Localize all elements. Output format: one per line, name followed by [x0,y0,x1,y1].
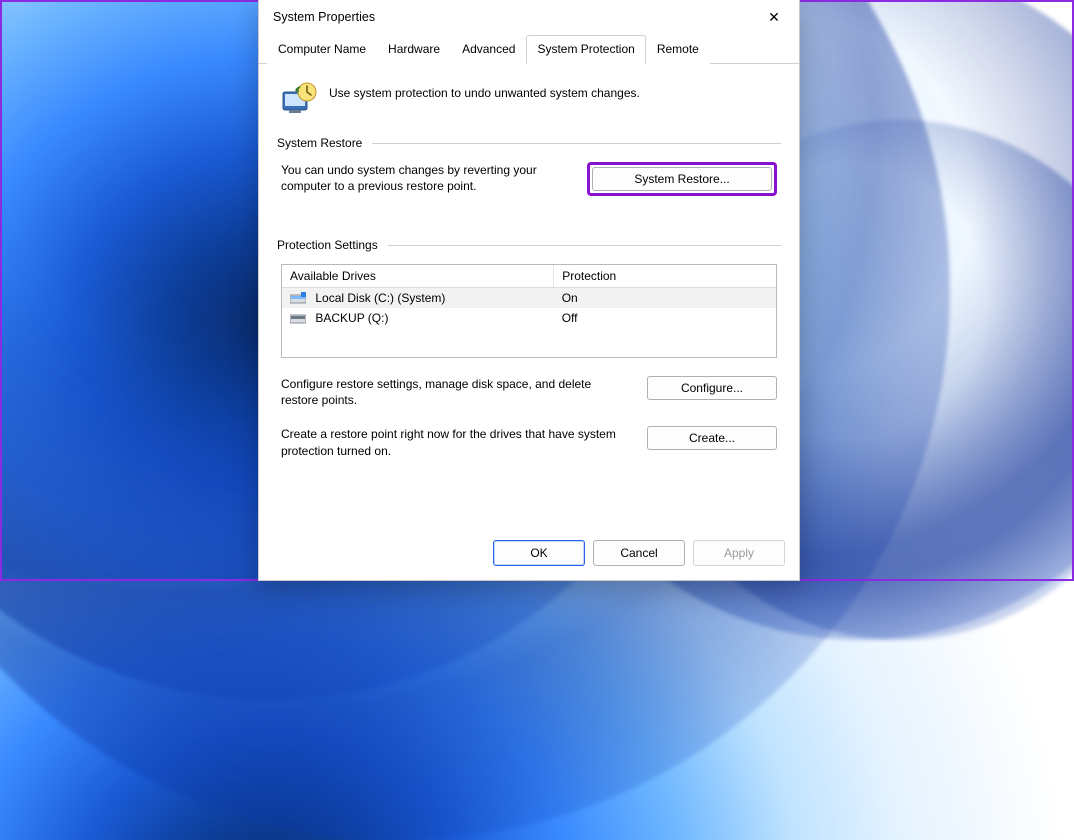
system-restore-row: You can undo system changes by reverting… [281,162,777,196]
tab-hardware[interactable]: Hardware [377,35,451,64]
intro-text: Use system protection to undo unwanted s… [329,82,640,100]
tab-advanced[interactable]: Advanced [451,35,526,64]
drive-c-icon [290,292,306,304]
tab-computer-name[interactable]: Computer Name [267,35,377,64]
ok-button[interactable]: OK [493,540,585,566]
titlebar: System Properties ✕ [259,0,799,34]
group-title-restore: System Restore [277,136,362,150]
group-title-protection: Protection Settings [277,238,378,252]
drive-name: BACKUP (Q:) [315,311,388,325]
tab-remote[interactable]: Remote [646,35,710,64]
close-icon[interactable]: ✕ [759,2,789,32]
group-system-restore: System Restore [277,136,781,150]
col-header-protection[interactable]: Protection [554,265,776,288]
create-desc: Create a restore point right now for the… [281,426,629,458]
system-properties-window: System Properties ✕ Computer Name Hardwa… [258,0,800,581]
configure-button[interactable]: Configure... [647,376,777,400]
system-restore-highlight: System Restore... [587,162,777,196]
drive-q-icon [290,312,306,324]
system-protection-icon [281,82,317,118]
group-protection-settings: Protection Settings [277,238,781,252]
system-restore-button[interactable]: System Restore... [592,167,772,191]
tab-strip: Computer Name Hardware Advanced System P… [259,34,799,64]
create-button[interactable]: Create... [647,426,777,450]
drive-name: Local Disk (C:) (System) [315,291,445,305]
drives-table[interactable]: Available Drives Protection [281,264,777,358]
configure-row: Configure restore settings, manage disk … [281,376,777,408]
apply-button[interactable]: Apply [693,540,785,566]
configure-desc: Configure restore settings, manage disk … [281,376,629,408]
drive-protection: Off [554,308,776,328]
drive-protection: On [554,288,776,309]
table-row[interactable]: BACKUP (Q:) Off [282,308,776,328]
dialog-footer: OK Cancel Apply [259,530,799,580]
cancel-button[interactable]: Cancel [593,540,685,566]
tab-content: Use system protection to undo unwanted s… [259,64,799,530]
table-row[interactable]: Local Disk (C:) (System) On [282,288,776,309]
col-header-drives[interactable]: Available Drives [282,265,554,288]
system-restore-desc: You can undo system changes by reverting… [281,162,569,194]
window-title: System Properties [273,10,759,24]
tab-system-protection[interactable]: System Protection [526,35,645,64]
intro-row: Use system protection to undo unwanted s… [281,82,777,118]
create-row: Create a restore point right now for the… [281,426,777,458]
